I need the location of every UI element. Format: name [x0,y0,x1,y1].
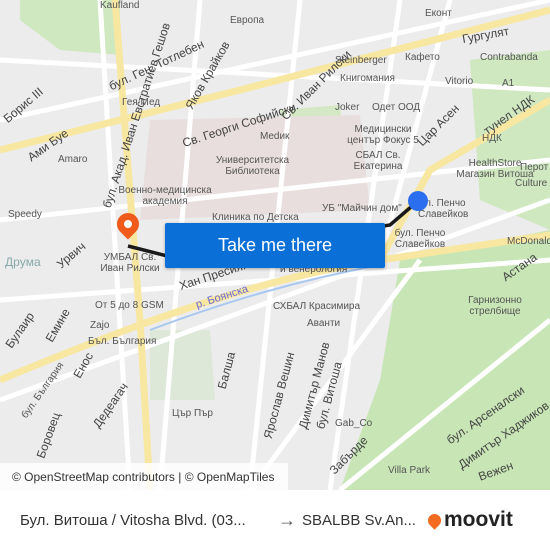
poi-label: Книгомания [340,73,395,84]
poi-label: Одет ООД [372,102,421,113]
moovit-wordmark: moovit [444,508,513,531]
map-attribution[interactable]: © OpenStreetMap contributors | © OpenMap… [0,463,288,490]
poi-label: Еконт [425,8,452,19]
poi-label: Перот [520,162,549,173]
poi-label: Steinberger [335,55,387,66]
poi-label: Цър Пър [172,408,213,419]
poi-label: СБАЛ Св. Екатерина [353,150,403,172]
poi-label: Гарнизонно стрелбище [468,295,522,317]
poi-label: Gab_Co [335,418,373,429]
poi-label: McDonald's [507,236,550,247]
moovit-logo[interactable]: moovit [425,508,513,532]
poi-label: Гея Мед [122,97,161,108]
origin-marker[interactable] [408,191,428,211]
poi-label: бул. Пенчо Славейков [394,228,446,250]
take-me-there-button[interactable]: Take me there [165,223,385,268]
destination-label: УМБАЛ Св. Иван Рилски [100,252,160,274]
poi-label: Европа [230,15,265,26]
poi-label: От 5 до 8 GSM [95,300,164,311]
poi-label: Аванти [307,318,341,329]
poi-label: НДК [482,133,502,144]
moovit-pin-icon [425,510,444,530]
origin-stop-name: Бул. Витоша / Vitosha Blvd. (03... [20,511,246,529]
poi-label: Medик [260,131,290,142]
poi-label: Кафето [405,52,440,63]
poi-label: Villa Park [388,465,431,476]
poi-label: Joker [335,102,360,113]
poi-label: Vitorio [445,76,474,87]
poi-label: Zajo [90,320,110,331]
map[interactable]: бул. Ген. Тотлебен бул. Акад. Иван Евстр… [0,0,550,490]
destination-name: SBALBB Sv.An... [302,511,416,529]
arrow-right-icon: → [278,509,296,530]
poi-label: Военно-медицинска академия [118,185,212,207]
poi-label: Kaufland [100,0,140,11]
poi-label: Клиника по Детска [212,212,299,223]
poi-label: Университетска Библиотека [215,155,290,177]
footer-bar: Бул. Витоша / Vitosha Blvd. (03... → SBA… [0,490,550,550]
poi-label: A1 [502,78,515,89]
poi-label: Speedy [8,209,42,220]
poi-label: Contrabanda [480,52,538,63]
area-label: Дрyма [5,255,41,269]
street-label: Бъл. България [88,336,157,347]
poi-label: СХБАЛ Красимира [273,301,361,312]
poi-label: Culture Be [515,178,550,189]
poi-label: УБ "Майчин дом" [322,203,402,214]
poi-label: Медицински център Фокус 5 [347,124,419,146]
poi-label: Amaro [58,154,88,165]
